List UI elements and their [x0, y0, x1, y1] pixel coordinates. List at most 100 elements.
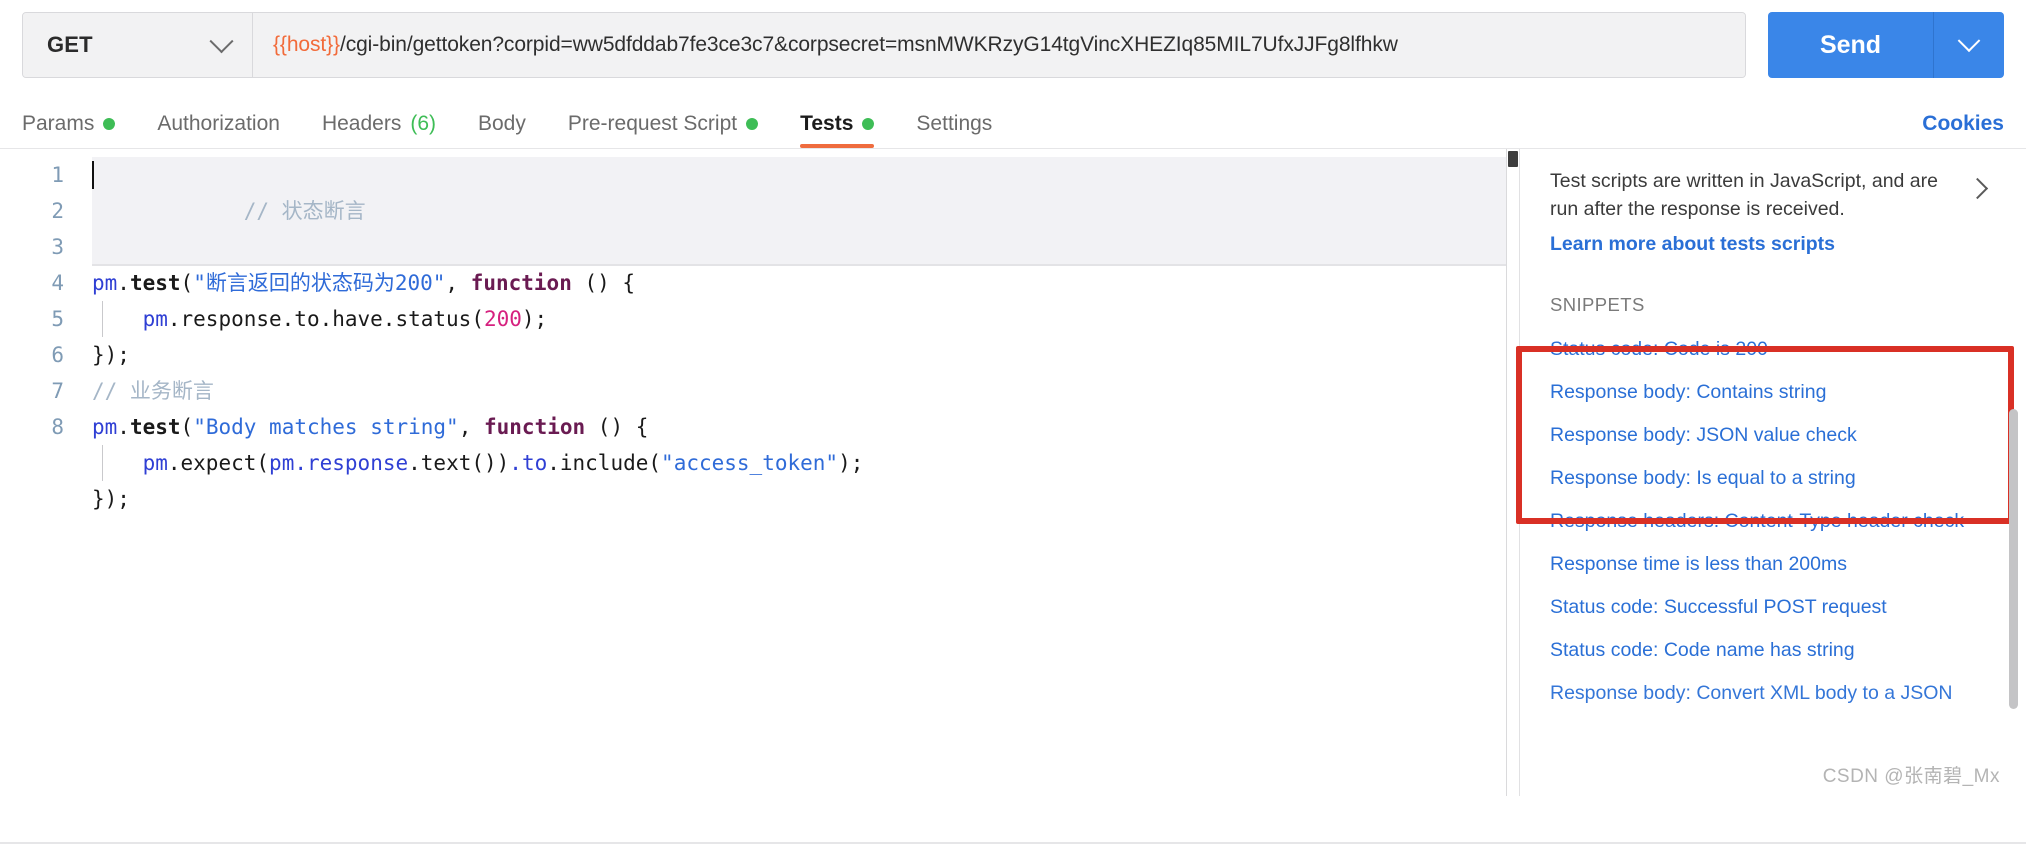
- code-line-5[interactable]: // 业务断言: [92, 373, 1506, 409]
- url-text: {{host}}/cgi-bin/gettoken?corpid=ww5dfdd…: [273, 33, 1398, 57]
- snippet-item[interactable]: Response body: JSON value check: [1550, 414, 2000, 457]
- send-options-button[interactable]: [1933, 12, 2004, 78]
- code-token-response: .response: [294, 451, 409, 475]
- url-path: /cgi-bin/gettoken?corpid=ww5dfddab7fe3ce…: [339, 33, 1398, 56]
- headers-count: (6): [410, 112, 436, 135]
- chevron-down-icon: [1957, 29, 1981, 53]
- code-line-1[interactable]: // 状态断言: [92, 157, 1506, 265]
- code-token-keyword: function: [484, 415, 586, 439]
- url-variable: {{host}}: [273, 33, 340, 56]
- tab-tests[interactable]: Tests: [800, 112, 875, 148]
- code-token-paren: (: [648, 451, 662, 475]
- tab-pre-request-script[interactable]: Pre-request Script: [568, 112, 759, 148]
- code-token-string: "断言返回的状态码为200": [193, 271, 446, 295]
- code-token-include: .include: [547, 451, 649, 475]
- active-tab-indicator: [800, 144, 875, 148]
- tab-body[interactable]: Body: [478, 112, 526, 148]
- code-token-object: pm: [92, 271, 118, 295]
- tab-authorization[interactable]: Authorization: [157, 112, 280, 148]
- http-method-select[interactable]: GET: [23, 13, 253, 77]
- code-token-close-block: });: [92, 343, 130, 367]
- url-box: GET {{host}}/cgi-bin/gettoken?corpid=ww5…: [22, 12, 1746, 78]
- code-token-dot: .: [117, 271, 130, 295]
- code-token-close: );: [521, 307, 548, 331]
- indent-guide: [102, 445, 103, 481]
- chevron-right-icon[interactable]: [1966, 177, 1989, 200]
- line-number: 5: [51, 307, 64, 331]
- code-token-object: pm: [142, 451, 168, 475]
- code-token-tail: () {: [571, 271, 636, 295]
- code-token-string: "access_token": [661, 451, 839, 475]
- code-token-paren: (: [180, 415, 194, 439]
- snippet-item[interactable]: Response body: Convert XML body to a JSO…: [1550, 672, 2000, 715]
- line-number: 7: [51, 379, 64, 403]
- status-dot-icon: [103, 118, 116, 130]
- code-token-comma: ,: [445, 271, 471, 295]
- snippets-scrollbar-thumb[interactable]: [2009, 409, 2018, 709]
- snippet-item[interactable]: Status code: Code is 200: [1550, 328, 2000, 371]
- code-lines[interactable]: // 状态断言 pm.test("断言返回的状态码为200", function…: [84, 157, 1506, 796]
- request-tabs: Params Authorization Headers (6) Body Pr…: [0, 92, 2026, 148]
- code-line-8[interactable]: });: [92, 481, 1506, 517]
- tab-settings[interactable]: Settings: [916, 112, 992, 148]
- code-token-string: "Body matches string": [193, 415, 459, 439]
- snippets-heading: SNIPPETS: [1550, 294, 1645, 315]
- code-token-object: pm: [269, 451, 295, 475]
- snippet-item[interactable]: Response headers: Content-Type header ch…: [1550, 500, 2000, 543]
- tab-label: Params: [22, 112, 95, 135]
- cookies-link[interactable]: Cookies: [1922, 112, 2004, 148]
- editor-scrollbar-thumb[interactable]: [1508, 151, 1518, 167]
- code-token-to: .to: [509, 451, 548, 475]
- code-editor[interactable]: 1 2 3 4 5 6 7 8 // 状态断言 pm.test("断言返回的状态…: [0, 149, 1507, 796]
- snippets-list: Status code: Code is 200 Response body: …: [1550, 328, 2000, 715]
- code-token-chain: .response.to.have.status: [167, 307, 472, 331]
- code-token-close: );: [838, 451, 864, 475]
- indent-guide: [102, 301, 103, 337]
- tab-headers[interactable]: Headers (6): [322, 112, 436, 148]
- code-token-number: 200: [483, 307, 522, 331]
- code-line-7[interactable]: pm.expect(pm.response.text()).to.include…: [92, 445, 1506, 481]
- snippet-item[interactable]: Status code: Code name has string: [1550, 629, 2000, 672]
- tab-label: Settings: [916, 112, 993, 135]
- url-input[interactable]: {{host}}/cgi-bin/gettoken?corpid=ww5dfdd…: [253, 13, 1745, 77]
- send-group: Send: [1768, 12, 2004, 78]
- tab-params[interactable]: Params: [22, 112, 116, 148]
- tab-label: Headers: [321, 112, 402, 135]
- tab-label: Authorization: [157, 112, 280, 135]
- code-token-parens: ()): [471, 451, 510, 475]
- code-token-object: pm: [92, 415, 118, 439]
- tests-editor-area: 1 2 3 4 5 6 7 8 // 状态断言 pm.test("断言返回的状态…: [0, 148, 2026, 796]
- snippet-item[interactable]: Response body: Contains string: [1550, 371, 2000, 414]
- tests-intro: Test scripts are written in JavaScript, …: [1550, 167, 2000, 223]
- code-token-paren: (: [256, 451, 270, 475]
- snippet-item[interactable]: Response time is less than 200ms: [1550, 543, 2000, 586]
- editor-scrollbar[interactable]: [1507, 149, 1519, 796]
- tab-label: Tests: [800, 112, 854, 135]
- code-token-paren: (: [471, 307, 484, 331]
- chevron-down-icon: [209, 28, 234, 53]
- code-token-keyword: function: [470, 271, 572, 295]
- code-token-paren: (: [180, 271, 194, 295]
- snippet-item[interactable]: Status code: Successful POST request: [1550, 586, 2000, 629]
- code-line-4[interactable]: });: [92, 337, 1506, 373]
- watermark: CSDN @张南碧_Mx: [1822, 766, 2000, 787]
- http-method-label: GET: [47, 32, 93, 57]
- line-number: 3: [51, 235, 64, 259]
- code-line-3[interactable]: pm.response.to.have.status(200);: [92, 301, 1506, 337]
- learn-more-link[interactable]: Learn more about tests scripts: [1550, 233, 2000, 256]
- code-token-object: pm: [142, 307, 168, 331]
- tab-label: Body: [478, 112, 526, 135]
- tests-intro-text: Test scripts are written in JavaScript, …: [1550, 170, 1938, 220]
- code-editor-pane: 1 2 3 4 5 6 7 8 // 状态断言 pm.test("断言返回的状态…: [0, 149, 1520, 796]
- code-token-comment: // 状态断言: [243, 199, 366, 223]
- snippets-panel: Test scripts are written in JavaScript, …: [1520, 149, 2026, 796]
- code-line-2[interactable]: pm.test("断言返回的状态码为200", function () {: [92, 265, 1506, 301]
- line-number-gutter: 1 2 3 4 5 6 7 8: [0, 157, 84, 796]
- code-token-tail: () {: [585, 415, 649, 439]
- code-token-comma: ,: [458, 415, 484, 439]
- snippet-item[interactable]: Response body: Is equal to a string: [1550, 457, 2000, 500]
- text-caret: [92, 161, 94, 189]
- line-number: 2: [51, 199, 64, 223]
- send-button[interactable]: Send: [1768, 12, 1933, 78]
- code-line-6[interactable]: pm.test("Body matches string", function …: [92, 409, 1506, 445]
